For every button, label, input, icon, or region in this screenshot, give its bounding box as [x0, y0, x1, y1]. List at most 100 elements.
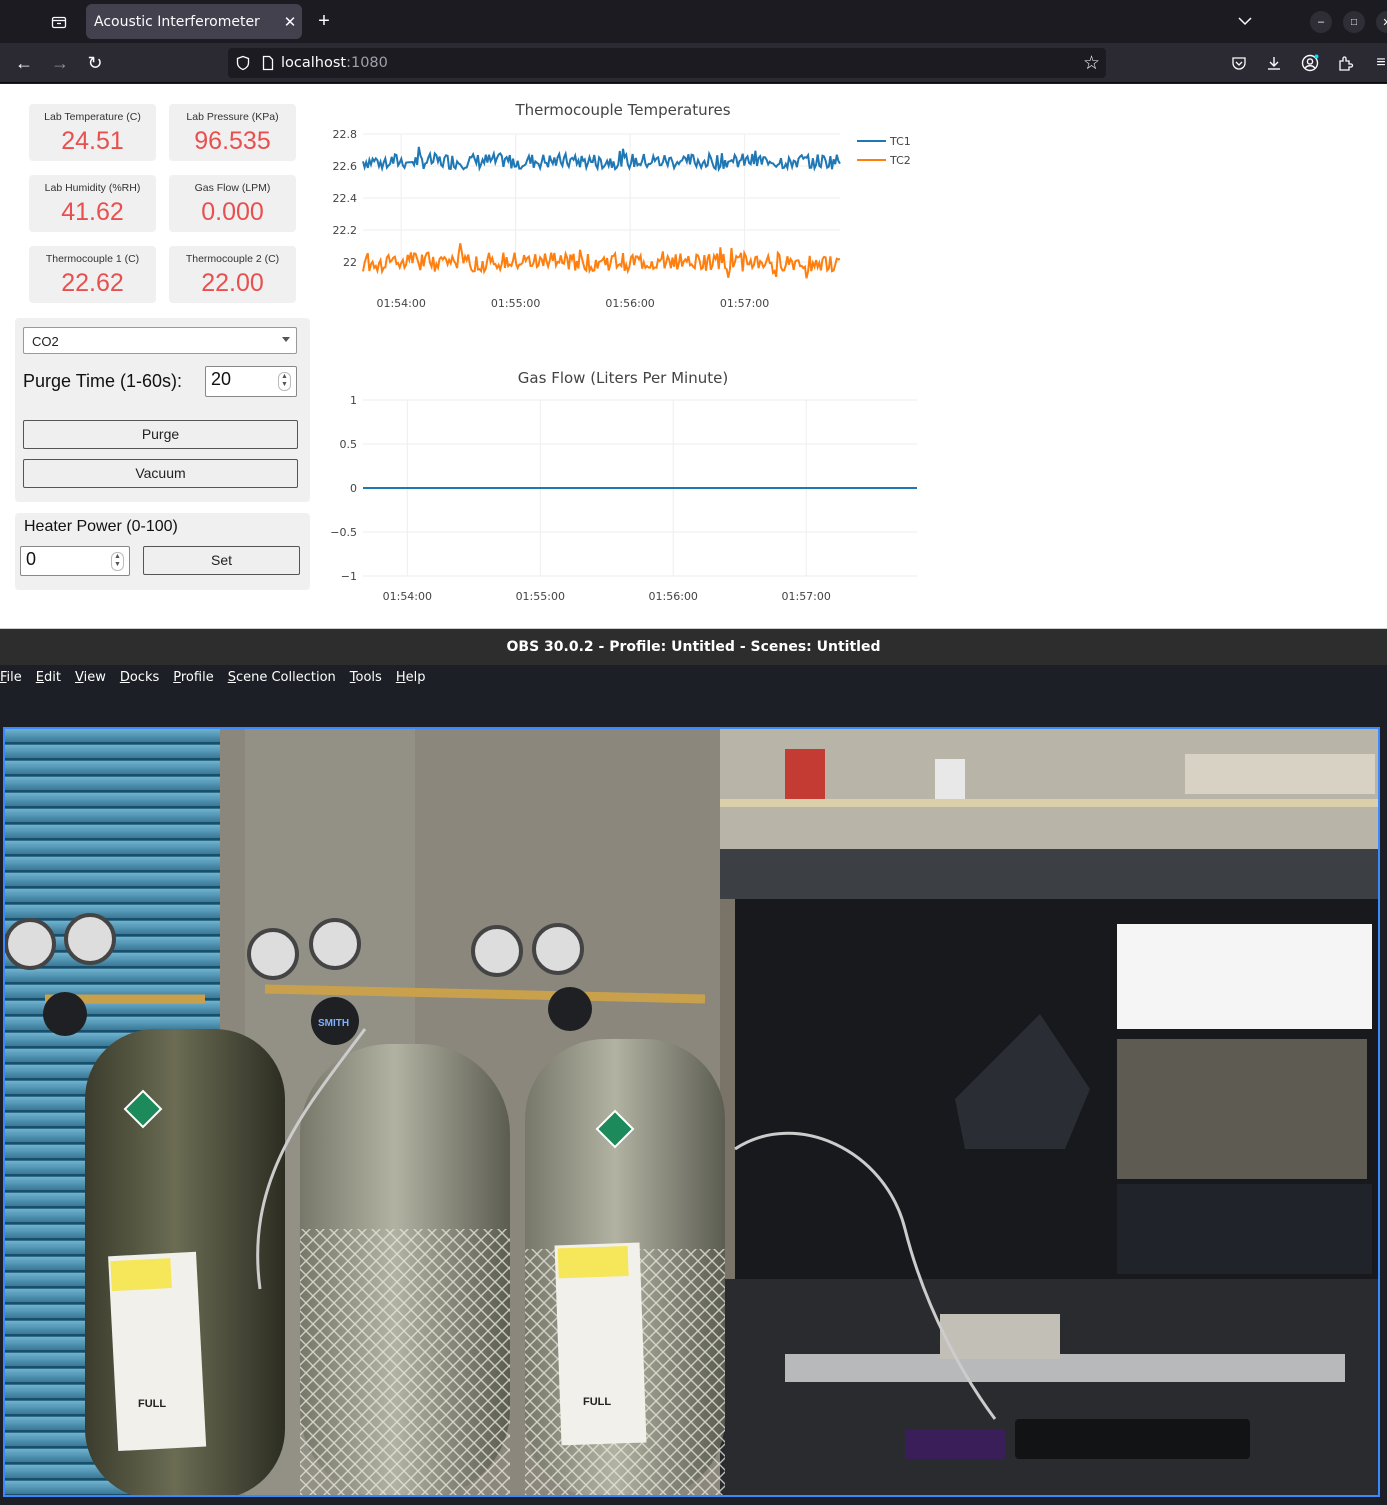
chart-title: Gas Flow (Liters Per Minute)	[518, 369, 728, 387]
heater-power-label: Heater Power (0-100)	[24, 518, 178, 535]
menu-docks[interactable]: Docks	[120, 670, 159, 685]
menu-file[interactable]: File	[0, 670, 22, 685]
minimize-window-icon[interactable]: –	[1310, 11, 1332, 33]
menu-label: ile	[6, 669, 22, 685]
account-icon[interactable]	[1299, 52, 1321, 74]
chart-title: Thermocouple Temperatures	[514, 101, 730, 119]
card-lab-humidity: Lab Humidity (%RH) 41.62	[29, 175, 156, 232]
x-tick-label: 01:57:00	[720, 297, 769, 310]
menu-hamburger-icon[interactable]: ≡	[1370, 52, 1387, 74]
card-value: 22.00	[201, 269, 264, 297]
x-tick-label: 01:54:00	[383, 590, 432, 602]
regulator-brand-text: SMITH	[318, 1018, 349, 1029]
gas-select[interactable]: CO2	[23, 327, 297, 354]
obs-menu-bar: File Edit View Docks Profile Scene Colle…	[0, 665, 1387, 689]
pressure-gauge-icon	[532, 923, 584, 975]
y-tick-label: 0	[350, 482, 357, 495]
pressure-gauge-icon	[309, 918, 361, 970]
menu-view[interactable]: View	[75, 670, 106, 685]
menu-tools[interactable]: Tools	[350, 670, 382, 685]
tab-overview-icon[interactable]	[48, 11, 70, 33]
y-tick-label: 1	[350, 394, 357, 407]
x-tick-label: 01:56:00	[605, 297, 654, 310]
number-spinner-icon[interactable]: ▲ ▼	[278, 372, 291, 391]
card-thermocouple-2: Thermocouple 2 (C) 22.00	[169, 246, 296, 303]
menu-mnemonic: V	[74, 669, 84, 685]
y-tick-label: 22.2	[333, 224, 358, 237]
card-value: 96.535	[194, 127, 271, 155]
bookmark-star-icon[interactable]: ☆	[1083, 52, 1100, 75]
card-label: Thermocouple 2 (C)	[185, 253, 280, 265]
menu-mnemonic: P	[173, 669, 181, 685]
gas-flow-chart: Gas Flow (Liters Per Minute) 01:54:00 01:…	[330, 369, 917, 602]
purge-time-label: Purge Time (1-60s):	[23, 371, 183, 391]
card-value: 0.000	[201, 198, 264, 226]
purge-button[interactable]: Purge	[23, 420, 298, 449]
cylinder-tag-text-1: FULL	[138, 1398, 166, 1410]
menu-label: rofile	[180, 669, 214, 685]
maximize-window-icon[interactable]: □	[1343, 11, 1365, 33]
menu-mnemonic: D	[119, 669, 130, 685]
y-tick-label: 0.5	[340, 438, 358, 451]
back-arrow-icon[interactable]: ←	[13, 52, 35, 74]
obs-preview-canvas[interactable]: FULL FULL SMITH	[3, 727, 1380, 1497]
extensions-icon[interactable]	[1334, 52, 1356, 74]
gas-control-panel: CO2 Purge Time (1-60s): 20 ▲ ▼ Purge Vacu…	[15, 318, 310, 502]
purge-time-value: 20	[211, 369, 232, 389]
list-tabs-chevron-icon[interactable]	[1234, 10, 1256, 32]
dashboard-page: Lab Temperature (C) 24.51 Lab Pressure (…	[0, 84, 1387, 629]
set-heater-button[interactable]: Set	[143, 546, 300, 575]
card-label: Lab Humidity (%RH)	[44, 182, 141, 194]
card-lab-temperature: Lab Temperature (C) 24.51	[29, 104, 156, 161]
menu-mnemonic: H	[395, 669, 406, 685]
menu-label: cene Collection	[235, 669, 336, 685]
camera-feed: FULL FULL SMITH	[5, 729, 1378, 1495]
card-value: 41.62	[61, 198, 124, 226]
menu-edit[interactable]: Edit	[36, 670, 61, 685]
menu-mnemonic: E	[35, 669, 44, 685]
url-port: :1080	[346, 55, 388, 71]
menu-label: dit	[44, 669, 61, 685]
pocket-icon[interactable]	[1228, 52, 1250, 74]
forward-arrow-icon[interactable]: →	[49, 52, 71, 74]
obs-window-title: OBS 30.0.2 - Profile: Untitled - Scenes:…	[0, 629, 1387, 665]
download-icon[interactable]	[1263, 52, 1285, 74]
card-label: Gas Flow (LPM)	[194, 182, 271, 194]
menu-profile[interactable]: Profile	[173, 670, 213, 685]
menu-label: iew	[83, 669, 106, 685]
heater-power-value: 0	[26, 549, 37, 569]
card-gas-flow: Gas Flow (LPM) 0.000	[169, 175, 296, 232]
card-thermocouple-1: Thermocouple 1 (C) 22.62	[29, 246, 156, 303]
card-value: 24.51	[61, 127, 124, 155]
vacuum-button[interactable]: Vacuum	[23, 459, 298, 488]
number-spinner-icon[interactable]: ▲ ▼	[111, 552, 124, 571]
purge-time-input[interactable]: 20 ▲ ▼	[205, 366, 297, 397]
legend-label[interactable]: TC1	[889, 135, 911, 148]
new-tab-icon[interactable]: +	[313, 10, 335, 32]
legend-label[interactable]: TC2	[889, 154, 911, 167]
close-tab-icon[interactable]: ✕	[278, 13, 302, 31]
card-label: Lab Pressure (KPa)	[186, 111, 279, 123]
y-tick-label: −1	[341, 570, 357, 583]
reload-icon[interactable]: ↻	[84, 52, 106, 74]
card-lab-pressure: Lab Pressure (KPa) 96.535	[169, 104, 296, 161]
menu-label: ocks	[129, 669, 160, 685]
y-tick-label: 22.4	[333, 192, 358, 205]
card-value: 22.62	[61, 269, 124, 297]
close-window-icon[interactable]: ✕	[1376, 11, 1387, 33]
tab-acoustic-interferometer[interactable]: Acoustic Interferometer ✕	[86, 4, 302, 39]
browser-nav-bar: ← → ↻ localhost:1080 ☆ ≡	[0, 43, 1387, 83]
shield-icon[interactable]	[235, 55, 251, 71]
menu-label: ools	[355, 669, 382, 685]
menu-help[interactable]: Help	[396, 670, 426, 685]
y-tick-label: 22	[343, 256, 357, 269]
menu-scene-collection[interactable]: Scene Collection	[228, 670, 336, 685]
cylinder-tag-text-2: FULL	[583, 1396, 611, 1408]
heater-power-input[interactable]: 0 ▲ ▼	[20, 546, 130, 576]
card-label: Thermocouple 1 (C)	[45, 253, 140, 265]
url-text[interactable]: localhost:1080	[281, 55, 388, 71]
series-line-tc2	[362, 243, 841, 279]
x-tick-label: 01:55:00	[491, 297, 540, 310]
address-bar[interactable]: localhost:1080 ☆	[228, 48, 1106, 78]
page-icon	[261, 55, 275, 71]
